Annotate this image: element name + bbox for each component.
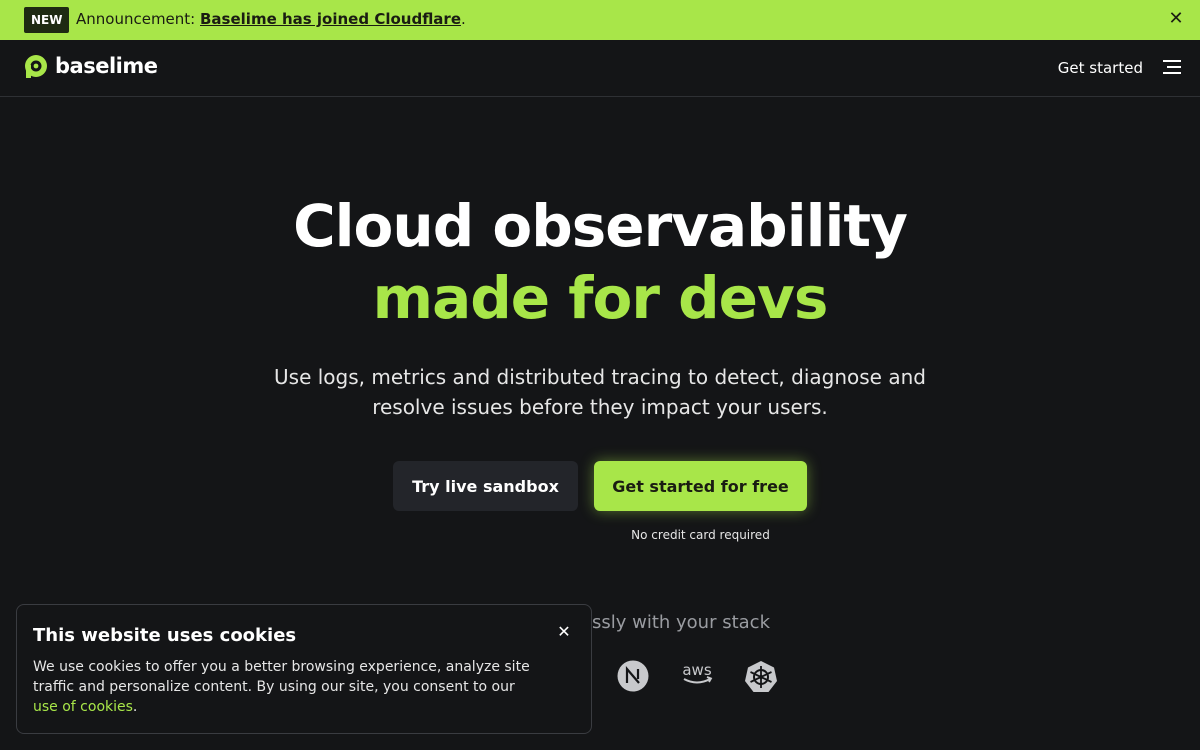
kubernetes-icon <box>745 661 777 692</box>
hero-title-line2: made for devs <box>372 264 829 332</box>
brand-name: baselime <box>55 54 158 78</box>
hero-subtitle: Use logs, metrics and distributed tracin… <box>274 365 926 419</box>
navbar: baselime Get started <box>0 40 1200 97</box>
cookie-banner: This website uses cookies ✕ We use cooki… <box>16 604 592 734</box>
try-live-sandbox-button[interactable]: Try live sandbox <box>393 461 578 511</box>
close-icon[interactable]: ✕ <box>1166 9 1186 29</box>
cookie-body: We use cookies to offer you a better bro… <box>33 657 533 717</box>
baselime-logo-icon <box>25 55 47 78</box>
announcement-suffix: . <box>461 10 466 28</box>
get-started-free-button[interactable]: Get started for free <box>594 461 807 511</box>
hero-title-line1: Cloud observability <box>293 192 908 260</box>
cookie-policy-link[interactable]: use of cookies <box>33 699 133 715</box>
announcement-text: Announcement: Baselime has joined Cloudf… <box>76 10 466 28</box>
cookie-body-text: We use cookies to offer you a better bro… <box>33 659 530 695</box>
no-credit-card-note: No credit card required <box>631 528 770 542</box>
cookie-title: This website uses cookies <box>33 625 297 646</box>
hamburger-menu-icon[interactable] <box>1163 60 1181 74</box>
aws-icon: aws <box>682 661 713 684</box>
close-icon[interactable]: ✕ <box>555 623 573 641</box>
logo[interactable]: baselime <box>24 54 158 78</box>
nav-get-started-link[interactable]: Get started <box>1058 59 1143 77</box>
announcement-prefix: Announcement: <box>76 10 200 28</box>
nextjs-icon <box>617 660 649 692</box>
cookie-body-suffix: . <box>132 699 138 715</box>
announcement-link[interactable]: Baselime has joined Cloudflare <box>200 10 461 28</box>
announcement-bar: NEW Announcement: Baselime has joined Cl… <box>0 0 1200 40</box>
new-badge: NEW <box>24 7 70 33</box>
